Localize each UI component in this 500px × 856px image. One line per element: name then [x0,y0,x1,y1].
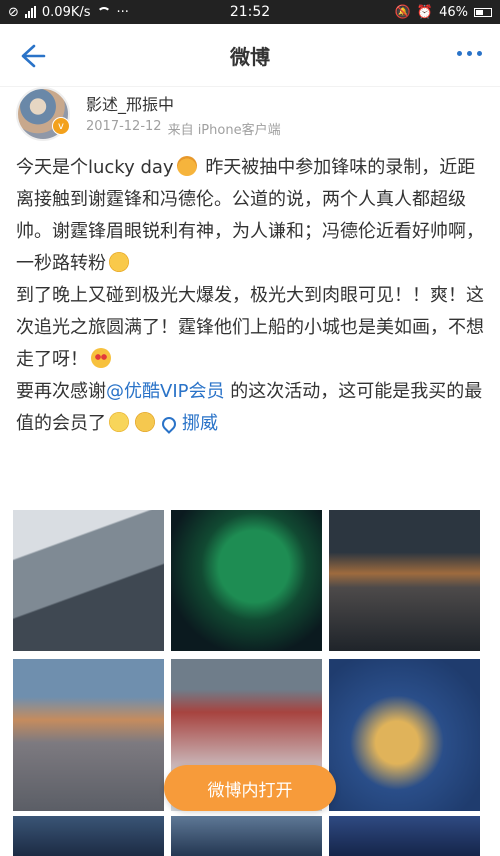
post-text-seg1: 今天是个lucky day [16,157,174,178]
more-notifications-icon: ··· [116,4,129,20]
page-title: 微博 [230,44,270,69]
excited-emoji-icon [176,156,197,176]
battery-percent: 46% [439,4,468,20]
alarm-icon: ⏰ [416,4,434,20]
photo-thumbnail[interactable] [171,816,322,856]
post-text-seg4: 要再次感谢 [16,381,106,402]
post-source: 来自 iPhone客户端 [167,122,281,138]
no-disturb-icon: ⊘ [8,4,19,20]
photo-thumbnail[interactable] [13,659,164,811]
photo-thumbnail[interactable] [13,510,164,651]
post-meta: 2017-12-12 来自 iPhone客户端 [86,119,281,138]
verified-badge-icon: v [52,117,70,135]
post-author: v 影述_邢振中 2017-12-12 来自 iPhone客户端 [16,86,484,142]
battery-icon [474,7,492,17]
author-name[interactable]: 影述_邢振中 [86,91,281,115]
mute-icon: 🔕 [394,4,411,20]
post-paragraph-1: 今天是个lucky day 昨天被抽中参加锋味的录制，近距离接触到谢霆锋和冯德伦… [16,152,486,280]
photo-thumbnail[interactable] [329,816,480,856]
photo-thumbnail[interactable] [171,510,322,651]
thinking-emoji-icon [135,412,155,432]
author-info: 影述_邢振中 2017-12-12 来自 iPhone客户端 [86,91,281,138]
grin-emoji-icon [109,412,129,432]
location-link[interactable]: 挪威 [182,413,218,434]
location-pin-icon [159,414,179,434]
more-options-icon[interactable] [457,51,482,56]
mention-link[interactable]: @优酷VIP会员 [106,381,224,402]
smile-emoji-icon [109,252,129,272]
post-text-seg3: 到了晚上又碰到极光大爆发，极光大到肉眼可见！！爽！这次追光之旅圆满了！霆锋他们上… [16,285,484,370]
back-arrow-icon[interactable] [14,38,50,74]
wifi-icon [96,7,111,17]
post-paragraph-3: 要再次感谢@优酷VIP会员 的这次活动，这可能是我买的最值的会员了 挪威 [16,376,486,440]
status-left: ⊘ 0.09K/s ··· [8,5,129,20]
network-speed: 0.09K/s [41,4,91,20]
status-right: 🔕 ⏰ 46% [395,5,492,20]
status-bar: ⊘ 0.09K/s ··· 21:52 🔕 ⏰ 46% [0,0,500,24]
post-date: 2017-12-12 [86,118,162,134]
avatar[interactable]: v [16,87,70,141]
photo-thumbnail[interactable] [13,816,164,856]
open-in-weibo-button[interactable]: 微博内打开 [164,765,336,811]
photo-thumbnail[interactable] [329,659,480,811]
signal-icon [24,6,36,18]
post-text: 今天是个lucky day 昨天被抽中参加锋味的录制，近距离接触到谢霆锋和冯德伦… [16,152,486,440]
post-paragraph-2: 到了晚上又碰到极光大爆发，极光大到肉眼可见！！爽！这次追光之旅圆满了！霆锋他们上… [16,280,486,376]
nav-bar: 微博 [0,24,500,87]
photo-thumbnail[interactable] [329,510,480,651]
heart-eyes-emoji-icon [91,348,111,368]
